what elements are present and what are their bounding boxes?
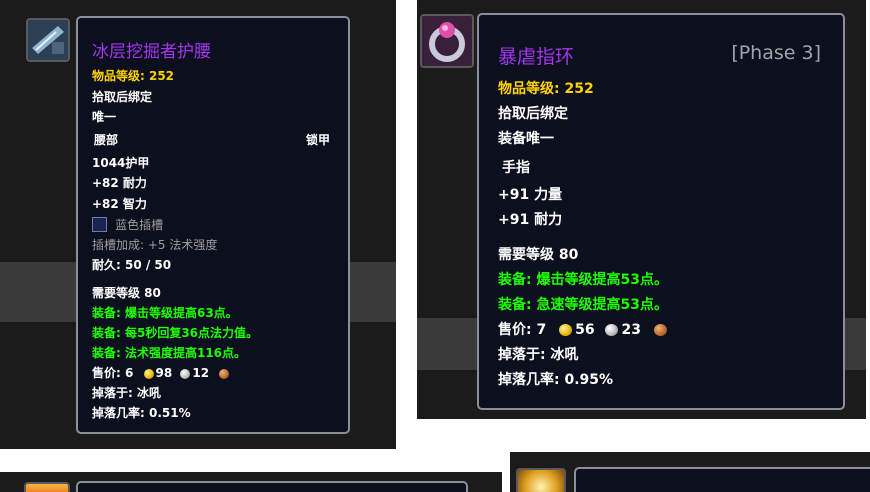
equip-effect-2: 装备: 急速等级提高53点。 <box>498 297 668 313</box>
required-level: 需要等级 80 <box>92 286 161 300</box>
screenshot-panel-2: 暴虐指环 [Phase 3] 物品等级: 252 拾取后绑定 装备唯一 手指 +… <box>417 0 866 419</box>
phase-tag: [Phase 3] <box>731 42 821 64</box>
drop-source: 掉落于: 冰吼 <box>498 347 579 363</box>
sell-price: 售价: 7 56 23 <box>498 319 667 339</box>
stamina-stat: +82 耐力 <box>92 176 147 190</box>
armor-value: 1044护甲 <box>92 156 150 170</box>
item-tooltip-ring: 暴虐指环 [Phase 3] 物品等级: 252 拾取后绑定 装备唯一 手指 +… <box>477 13 845 410</box>
strength-stat: +91 力量 <box>498 187 563 203</box>
required-level: 需要等级 80 <box>498 247 579 263</box>
belt-icon[interactable] <box>26 18 70 62</box>
drop-rate: 掉落几率: 0.95% <box>498 372 614 388</box>
bind-text: 拾取后绑定 <box>498 106 568 122</box>
sell-price-silver: 98 <box>155 366 173 380</box>
drop-source: 掉落于: 冰吼 <box>92 386 161 400</box>
gold-coin-icon <box>559 324 573 336</box>
sell-price-label: 售价: 7 <box>498 322 547 338</box>
sell-price: 售价: 6 98 12 <box>92 364 230 381</box>
socket-bonus: 插槽加成: +5 法术强度 <box>92 238 218 252</box>
item-tooltip <box>76 481 468 492</box>
item-icon[interactable] <box>516 468 566 492</box>
sell-price-silver: 56 <box>575 322 595 338</box>
unique-text: 唯一 <box>92 110 117 124</box>
sell-price-copper: 12 <box>192 366 210 380</box>
silver-coin-icon <box>180 368 191 379</box>
equip-effect-1: 装备: 爆击等级提高63点。 <box>92 306 238 320</box>
slot-text: 腰部 <box>94 133 119 147</box>
item-tooltip-waist: 冰层挖掘者护腰 物品等级: 252 拾取后绑定 唯一 腰部 锁甲 1044护甲 … <box>76 16 350 434</box>
socket-row: 蓝色插槽 <box>92 214 164 232</box>
silver-coin-icon <box>605 324 619 336</box>
blue-socket-icon <box>92 217 107 232</box>
copper-coin-icon <box>653 324 667 336</box>
equip-effect-1: 装备: 爆击等级提高53点。 <box>498 272 668 288</box>
gold-coin-icon <box>143 368 154 379</box>
item-icon-art <box>518 470 564 492</box>
sell-price-label: 售价: 6 <box>92 366 134 380</box>
item-level: 物品等级: 252 <box>498 81 594 97</box>
equip-effect-2: 装备: 每5秒回复36点法力值。 <box>92 326 259 340</box>
stamina-stat: +91 耐力 <box>498 212 563 228</box>
item-icon-art <box>26 484 68 492</box>
equip-effect-3: 装备: 法术强度提高116点。 <box>92 346 247 360</box>
item-tooltip <box>574 467 870 492</box>
screenshot-panel-3 <box>0 472 502 492</box>
armor-type-text: 锁甲 <box>305 133 330 147</box>
item-icon[interactable] <box>24 482 70 492</box>
drop-rate: 掉落几率: 0.51% <box>92 406 191 420</box>
item-name: 暴虐指环 <box>498 46 575 68</box>
socket-text: 蓝色插槽 <box>115 218 164 232</box>
screenshot-panel-1: 冰层挖掘者护腰 物品等级: 252 拾取后绑定 唯一 腰部 锁甲 1044护甲 … <box>0 0 396 449</box>
copper-coin-icon <box>219 368 230 379</box>
screenshot-panel-4 <box>510 452 870 492</box>
slot-text: 手指 <box>502 160 530 176</box>
sell-price-copper: 23 <box>621 322 641 338</box>
item-level: 物品等级: 252 <box>92 69 175 83</box>
ring-icon[interactable] <box>420 14 474 68</box>
intellect-stat: +82 智力 <box>92 197 147 211</box>
durability-text: 耐久: 50 / 50 <box>92 258 172 272</box>
bind-text: 拾取后绑定 <box>92 90 153 104</box>
item-name: 冰层挖掘者护腰 <box>92 42 211 62</box>
unique-text: 装备唯一 <box>498 131 554 147</box>
